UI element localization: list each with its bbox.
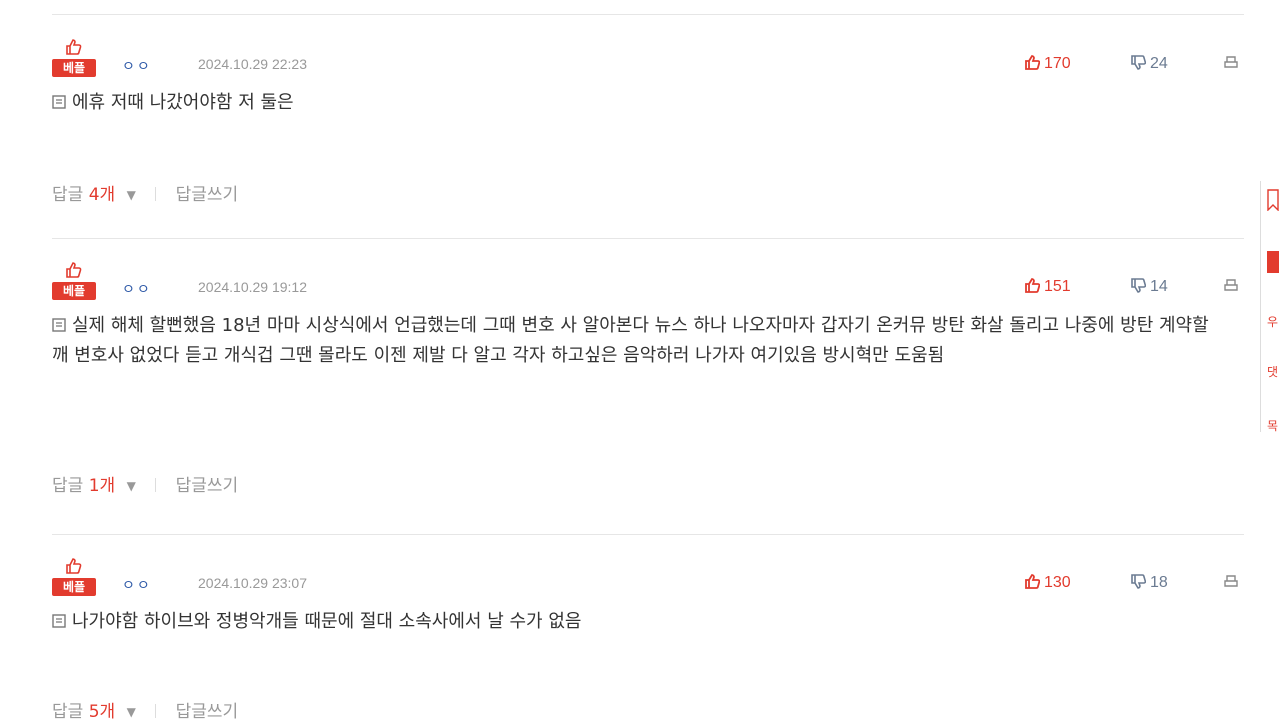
comment-date: 2024.10.29 19:12	[198, 279, 307, 295]
comment-panel: 베플 ㅇㅇ 2024.10.29 22:23 170 24 에휴 저때 나갔어야…	[20, 0, 1258, 722]
side-item[interactable]: 댓	[1267, 363, 1278, 380]
reply-toggle[interactable]: 답글 5개 ▼	[52, 702, 141, 722]
best-badge-wrap: 베플	[52, 261, 96, 309]
reply-bar: 답글 4개 ▼ 답글쓰기	[52, 180, 238, 205]
like-count: 130	[1044, 574, 1071, 591]
reply-label: 답글	[52, 476, 84, 496]
report-icon[interactable]	[1224, 279, 1238, 293]
write-reply-link[interactable]: 답글쓰기	[176, 702, 239, 722]
reply-toggle[interactable]: 답글 1개 ▼	[52, 476, 141, 496]
like-count: 170	[1044, 55, 1071, 72]
side-floating-widget: 우 댓 목	[1260, 181, 1280, 434]
memo-icon	[52, 614, 66, 628]
thumb-up-icon	[66, 558, 82, 574]
comment-item: 베플 ㅇㅇ 2024.10.29 19:12 151 14 실제 해체 할뻔했음…	[52, 261, 1244, 531]
dislike-count: 18	[1150, 574, 1168, 591]
thumb-down-icon	[1131, 574, 1146, 589]
thumb-up-icon	[66, 262, 82, 278]
separator	[155, 704, 157, 718]
best-badge: 베플	[52, 282, 96, 300]
thumb-up-icon	[1025, 574, 1040, 589]
dislike-count: 24	[1150, 55, 1168, 72]
reply-bar: 답글 1개 ▼ 답글쓰기	[52, 471, 238, 496]
dislike-button[interactable]: 24	[1130, 54, 1168, 73]
reply-count: 5개	[88, 702, 116, 722]
divider	[52, 14, 1244, 15]
comment-date: 2024.10.29 23:07	[198, 575, 307, 591]
report-icon[interactable]	[1224, 56, 1238, 70]
reply-bar: 답글 5개 ▼ 답글쓰기	[52, 697, 238, 722]
comment-stats: 170 24	[1024, 54, 1244, 74]
comment-body: 실제 해체 할뻔했음 18년 마마 시상식에서 언급했는데 그때 변호 사 알아…	[52, 315, 1209, 366]
comment-date: 2024.10.29 22:23	[198, 56, 307, 72]
reply-count: 1개	[88, 476, 116, 496]
comment-text: 나가야함 하이브와 정병악개들 때문에 절대 소속사에서 날 수가 없음	[52, 607, 1222, 637]
dislike-button[interactable]: 18	[1130, 573, 1168, 592]
best-badge: 베플	[52, 59, 96, 77]
share-icon[interactable]	[1267, 251, 1279, 273]
best-badge-wrap: 베플	[52, 557, 96, 605]
author-name[interactable]: ㅇㅇ	[122, 279, 152, 299]
write-reply-link[interactable]: 답글쓰기	[176, 185, 239, 205]
thumb-up-icon	[1025, 55, 1040, 70]
reply-count: 4개	[88, 185, 116, 205]
write-reply-link[interactable]: 답글쓰기	[176, 476, 239, 496]
comment-body: 나가야함 하이브와 정병악개들 때문에 절대 소속사에서 날 수가 없음	[72, 611, 582, 632]
caret-down-icon: ▼	[126, 188, 136, 202]
reply-label: 답글	[52, 185, 84, 205]
memo-icon	[52, 318, 66, 332]
best-badge: 베플	[52, 578, 96, 596]
author-name[interactable]: ㅇㅇ	[122, 56, 152, 76]
separator	[155, 478, 157, 492]
comment-stats: 130 18	[1024, 573, 1244, 593]
like-button[interactable]: 151	[1024, 277, 1071, 296]
comment-stats: 151 14	[1024, 277, 1244, 297]
divider	[52, 534, 1244, 535]
best-badge-wrap: 베플	[52, 38, 96, 86]
dislike-button[interactable]: 14	[1130, 277, 1168, 296]
separator	[155, 187, 157, 201]
bookmark-icon[interactable]	[1267, 189, 1279, 211]
caret-down-icon: ▼	[126, 479, 136, 493]
comment-body: 에휴 저때 나갔어야함 저 둘은	[72, 92, 294, 113]
author-name[interactable]: ㅇㅇ	[122, 575, 152, 595]
report-icon[interactable]	[1224, 575, 1238, 589]
comment-item: 베플 ㅇㅇ 2024.10.29 23:07 130 18 나가야함 하이브와 …	[52, 557, 1244, 727]
thumb-up-icon	[66, 39, 82, 55]
comment-text: 실제 해체 할뻔했음 18년 마마 시상식에서 언급했는데 그때 변호 사 알아…	[52, 311, 1222, 371]
like-button[interactable]: 130	[1024, 573, 1071, 592]
caret-down-icon: ▼	[126, 705, 136, 719]
side-item[interactable]: 우	[1267, 313, 1278, 330]
comment-text: 에휴 저때 나갔어야함 저 둘은	[52, 88, 1222, 118]
thumb-down-icon	[1131, 55, 1146, 70]
dislike-count: 14	[1150, 278, 1168, 295]
divider	[52, 238, 1244, 239]
like-button[interactable]: 170	[1024, 54, 1071, 73]
thumb-up-icon	[1025, 278, 1040, 293]
thumb-down-icon	[1131, 278, 1146, 293]
side-item[interactable]: 목	[1267, 417, 1278, 434]
like-count: 151	[1044, 278, 1071, 295]
comment-item: 베플 ㅇㅇ 2024.10.29 22:23 170 24 에휴 저때 나갔어야…	[52, 38, 1244, 228]
reply-label: 답글	[52, 702, 84, 722]
memo-icon	[52, 95, 66, 109]
reply-toggle[interactable]: 답글 4개 ▼	[52, 185, 141, 205]
